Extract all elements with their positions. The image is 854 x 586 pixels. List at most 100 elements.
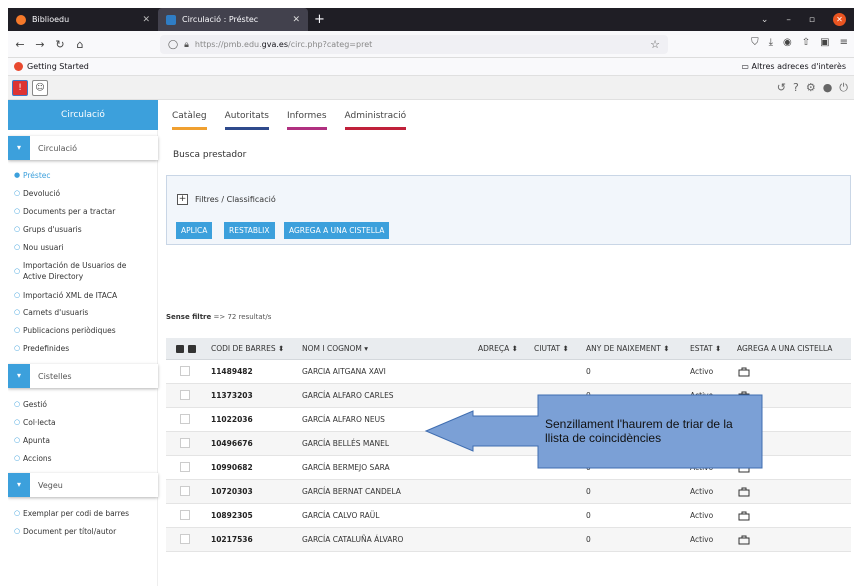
menu-icon[interactable]: ≡ bbox=[840, 37, 848, 48]
cell-name[interactable]: GARCÍA ALFARO NEUS bbox=[302, 408, 385, 432]
table-row[interactable]: 10720303 GARCÍA BERNAT CANDELA 0 Activo bbox=[166, 480, 851, 504]
sidebar-item-document-titol[interactable]: ○ Document per títol/autor bbox=[8, 526, 158, 537]
sidebar-item-collecta[interactable]: ○ Col·lecta bbox=[8, 417, 158, 428]
sidebar-item-predefinides[interactable]: ○ Predefinides bbox=[8, 343, 158, 354]
lock-icon[interactable]: 🔒︎ bbox=[184, 40, 189, 50]
tab-autoritats[interactable]: Autoritats bbox=[224, 108, 269, 130]
basket-icon[interactable] bbox=[738, 366, 750, 377]
bookmark-star-icon[interactable]: ☆ bbox=[650, 38, 660, 51]
cell-name[interactable]: GARCÍA BERNAT CANDELA bbox=[302, 480, 401, 504]
maximize-icon[interactable]: ▫ bbox=[809, 15, 815, 25]
basket-icon[interactable] bbox=[738, 534, 750, 545]
table-row[interactable]: 11373203 GARCÍA ALFARO CARLES 0 Activo bbox=[166, 384, 851, 408]
tab-administracio[interactable]: Administració bbox=[344, 108, 407, 130]
sidebar-section-circulacio[interactable]: ▾ Circulació bbox=[8, 136, 158, 160]
settings-icon[interactable]: ⚙ bbox=[806, 81, 816, 95]
table-row[interactable]: 10892305 GARCÍA CALVO RAÜL 0 Activo bbox=[166, 504, 851, 528]
other-bookmarks[interactable]: ▭ Altres adreces d'interès bbox=[741, 62, 846, 71]
shield-icon[interactable]: ◯ bbox=[168, 40, 178, 50]
col-birth-year[interactable]: ANY DE NAIXEMENT ⬍ bbox=[586, 338, 670, 360]
sidebar-item-publicacions[interactable]: ○ Publicacions periòdiques bbox=[8, 325, 158, 336]
row-checkbox[interactable] bbox=[180, 462, 190, 472]
sidebar-item-documents[interactable]: ○ Documents per a tractar bbox=[8, 206, 158, 217]
filters-label[interactable]: Filtres / Classificació bbox=[195, 195, 276, 204]
row-checkbox[interactable] bbox=[180, 486, 190, 496]
row-checkbox[interactable] bbox=[180, 414, 190, 424]
tab-list-icon[interactable]: ⌄ bbox=[761, 15, 769, 25]
col-name[interactable]: NOM I COGNOM ▾ bbox=[302, 338, 368, 360]
col-address[interactable]: ADREÇA ⬍ bbox=[478, 338, 518, 360]
row-checkbox[interactable] bbox=[180, 534, 190, 544]
col-code[interactable]: CODI DE BARRES ⬍ bbox=[211, 338, 284, 360]
close-tab-icon[interactable]: ✕ bbox=[142, 15, 150, 25]
history-icon[interactable]: ↺ bbox=[777, 81, 786, 95]
row-checkbox[interactable] bbox=[180, 510, 190, 520]
add-to-basket-button[interactable]: AGREGA A UNA CISTELLA bbox=[284, 222, 390, 239]
minimize-icon[interactable]: – bbox=[786, 15, 791, 25]
power-icon[interactable]: ⏻ bbox=[839, 81, 848, 95]
basket-icon[interactable] bbox=[738, 510, 750, 521]
sidebar-item-apunta[interactable]: ○ Apunta bbox=[8, 435, 158, 446]
address-bar[interactable]: ◯ 🔒︎ https://pmb.edu. gva.es/circ.php?cat… bbox=[160, 35, 668, 54]
sidebar-section-cistelles[interactable]: ▾ Cistelles bbox=[8, 364, 158, 388]
table-row[interactable]: 10990682 GARCÍA BERMEJO SARA 0 Activo bbox=[166, 456, 851, 480]
row-checkbox[interactable] bbox=[180, 438, 190, 448]
reset-button[interactable]: RESTABLIX bbox=[224, 222, 275, 239]
sidebar-section-vegeu[interactable]: ▾ Vegeu bbox=[8, 473, 158, 497]
basket-icon[interactable] bbox=[738, 390, 750, 401]
table-row[interactable]: 11489482 GARCIA AITGANA XAVI 0 Activo bbox=[166, 360, 851, 384]
cell-name[interactable]: GARCIA AITGANA XAVI bbox=[302, 360, 386, 384]
pocket-icon[interactable]: ⛉ bbox=[751, 37, 759, 48]
apply-button[interactable]: APLICA bbox=[176, 222, 213, 239]
cell-name[interactable]: GARCÍA ALFARO CARLES bbox=[302, 384, 394, 408]
bookmark-getting-started[interactable]: Getting Started bbox=[27, 62, 89, 71]
table-row[interactable]: 10217536 GARCÍA CATALUÑA ÁLVARO 0 Activo bbox=[166, 528, 851, 552]
account-icon[interactable]: ◉ bbox=[783, 37, 792, 48]
bullet-icon: ● bbox=[14, 171, 21, 179]
cell-name[interactable]: GARCÍA BERMEJO SARA bbox=[302, 456, 390, 480]
extension-icon[interactable]: ▣ bbox=[820, 37, 829, 48]
home-icon[interactable]: ⌂ bbox=[72, 38, 88, 51]
sidebar-item-exemplar[interactable]: ○ Exemplar per codi de barres bbox=[8, 508, 158, 519]
cell-name[interactable]: GARCÍA CALVO RAÜL bbox=[302, 504, 379, 528]
browser-tab-circulacio[interactable]: Circulació : Préstec ✕ bbox=[158, 8, 308, 31]
reload-icon[interactable]: ↻ bbox=[52, 38, 68, 51]
row-checkbox[interactable] bbox=[180, 366, 190, 376]
tab-informes[interactable]: Informes bbox=[286, 108, 327, 130]
sidebar-item-importacio-itaca[interactable]: ○ Importació XML de ITACA bbox=[8, 290, 158, 301]
sidebar-item-nou-usuari[interactable]: ○ Nou usuari bbox=[8, 242, 158, 253]
col-status[interactable]: ESTAT ⬍ bbox=[690, 338, 721, 360]
row-checkbox[interactable] bbox=[180, 390, 190, 400]
close-tab-icon[interactable]: ✕ bbox=[292, 15, 300, 25]
sidebar-item-grups[interactable]: ○ Grups d'usuaris bbox=[8, 224, 158, 235]
sidebar-item-accions[interactable]: ○ Accions bbox=[8, 453, 158, 464]
sidebar-item-label: Importación de Usuarios de Active Direct… bbox=[23, 261, 127, 281]
sidebar-item-label: Gestió bbox=[23, 400, 47, 409]
tab-cataleg[interactable]: Catàleg bbox=[172, 108, 207, 130]
basket-icon[interactable] bbox=[738, 462, 750, 473]
bullet-icon: ○ bbox=[14, 454, 21, 462]
sidebar-item-importacion-ad[interactable]: ○ Importación de Usuarios de Active Direc… bbox=[8, 260, 158, 282]
cell-name[interactable]: GARCÍA CATALUÑA ÁLVARO bbox=[302, 528, 403, 552]
select-all-icon[interactable] bbox=[176, 345, 184, 353]
new-tab-button[interactable]: + bbox=[314, 12, 325, 27]
sidebar-item-devolucio[interactable]: ○ Devolució bbox=[8, 188, 158, 199]
share-icon[interactable]: ⇧ bbox=[802, 37, 810, 48]
alert-icon[interactable]: ! bbox=[12, 80, 28, 96]
col-city[interactable]: CIUTAT ⬍ bbox=[534, 338, 569, 360]
back-icon[interactable]: ← bbox=[12, 38, 28, 51]
sidebar-item-prestec[interactable]: ● Préstec bbox=[8, 170, 158, 181]
deselect-all-icon[interactable] bbox=[188, 345, 196, 353]
dashboard-icon[interactable]: ☺ bbox=[32, 80, 48, 96]
forward-icon[interactable]: → bbox=[32, 38, 48, 51]
cell-name[interactable]: GARCÍA BELLÉS MANEL bbox=[302, 432, 389, 456]
close-window-icon[interactable]: ✕ bbox=[833, 13, 846, 26]
globe-icon[interactable]: ● bbox=[823, 81, 833, 95]
sidebar-item-gestio[interactable]: ○ Gestió bbox=[8, 399, 158, 410]
download-icon[interactable]: ⤓ bbox=[769, 37, 773, 48]
browser-tab-biblioedu[interactable]: Biblioedu ✕ bbox=[8, 8, 158, 31]
basket-icon[interactable] bbox=[738, 486, 750, 497]
help-icon[interactable]: ? bbox=[793, 81, 799, 95]
expand-filters-icon[interactable]: + bbox=[177, 194, 188, 205]
sidebar-item-carnets[interactable]: ○ Carnets d'usuaris bbox=[8, 307, 158, 318]
